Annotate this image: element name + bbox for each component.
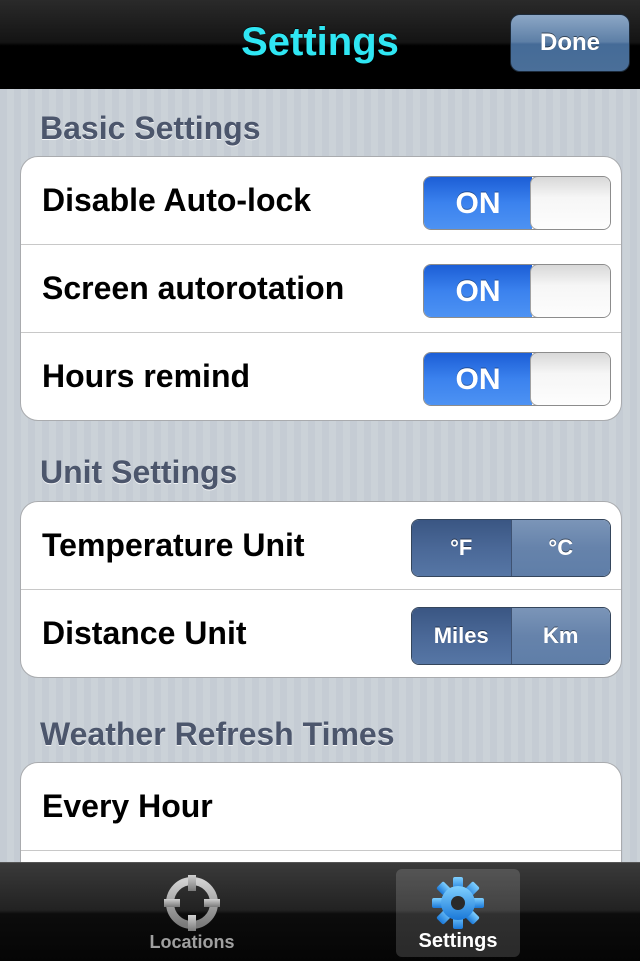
- done-button[interactable]: Done: [510, 14, 630, 72]
- tab-label: Settings: [418, 930, 498, 952]
- section-header-weather-refresh-times: Weather Refresh Times: [40, 716, 395, 752]
- crosshair-icon: [164, 875, 220, 931]
- hours-remind-toggle[interactable]: ON: [423, 352, 611, 406]
- setting-label: Hours remind: [42, 358, 251, 394]
- refresh-option-label: Every Hour: [42, 788, 213, 824]
- setting-label: Disable Auto-lock: [42, 182, 312, 218]
- toggle-knob: [530, 353, 610, 405]
- distance-unit-segmented-control: Miles Km: [411, 607, 611, 665]
- tab-label: Locations: [149, 932, 235, 952]
- screen-autorotation-toggle[interactable]: ON: [423, 264, 611, 318]
- navigation-bar: Settings Done: [0, 0, 640, 89]
- segment-celsius[interactable]: °C: [510, 520, 610, 576]
- setting-row-disable-auto-lock: Disable Auto-lock ON: [21, 157, 621, 245]
- setting-row-distance-unit: Distance Unit Miles Km: [21, 590, 621, 677]
- segment-fahrenheit[interactable]: °F: [412, 520, 511, 576]
- setting-row-screen-autorotation: Screen autorotation ON: [21, 245, 621, 333]
- basic-settings-group: Disable Auto-lock ON Screen autorotation…: [20, 156, 622, 421]
- section-header-basic-settings: Basic Settings: [40, 110, 261, 146]
- tab-bar: Locations Settings: [0, 862, 640, 961]
- setting-label: Temperature Unit: [42, 527, 305, 563]
- setting-row-temperature-unit: Temperature Unit °F °C: [21, 502, 621, 590]
- toggle-knob: [530, 265, 610, 317]
- toggle-knob: [530, 177, 610, 229]
- segment-miles[interactable]: Miles: [412, 608, 511, 664]
- section-header-unit-settings: Unit Settings: [40, 454, 238, 490]
- disable-auto-lock-toggle[interactable]: ON: [423, 176, 611, 230]
- setting-label: Screen autorotation: [42, 270, 345, 306]
- unit-settings-group: Temperature Unit °F °C Distance Unit Mil…: [20, 501, 622, 678]
- segment-km[interactable]: Km: [510, 608, 610, 664]
- setting-label: Distance Unit: [42, 615, 247, 651]
- toggle-on-label: ON: [424, 353, 532, 405]
- refresh-option-every-hour[interactable]: Every Hour: [21, 763, 621, 851]
- tab-settings[interactable]: Settings: [396, 869, 520, 957]
- tab-locations[interactable]: Locations: [130, 869, 254, 957]
- setting-row-hours-remind: Hours remind ON: [21, 333, 621, 420]
- toggle-on-label: ON: [424, 265, 532, 317]
- toggle-on-label: ON: [424, 177, 532, 229]
- gear-icon: [432, 877, 484, 929]
- temperature-unit-segmented-control: °F °C: [411, 519, 611, 577]
